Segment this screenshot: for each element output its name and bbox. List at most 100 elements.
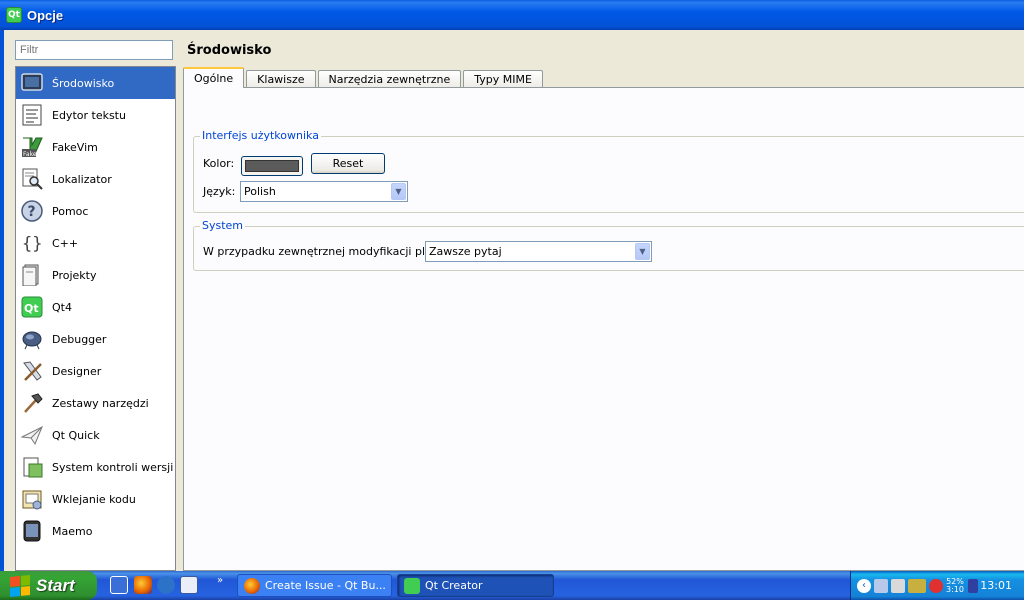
java-icon[interactable] <box>891 578 905 593</box>
battery-indicator[interactable]: 52% 3:10 <box>946 577 964 594</box>
internet-explorer-icon[interactable] <box>157 576 175 594</box>
debugger-icon <box>20 327 44 351</box>
page-title: Środowisko <box>187 43 272 58</box>
sidebar-item-locator[interactable]: Lokalizator <box>16 163 175 195</box>
firefox-icon[interactable] <box>134 576 152 594</box>
task-label: Qt Creator <box>425 579 483 592</box>
sidebar-item-label: Lokalizator <box>52 172 112 186</box>
sidebar-item-label: Maemo <box>52 524 93 538</box>
reset-button[interactable]: Reset <box>311 153 385 174</box>
filter-input[interactable] <box>15 40 173 60</box>
cpp-braces-icon: {} <box>20 231 44 255</box>
sidebar-item-designer[interactable]: Designer <box>16 355 175 387</box>
battery-time: 3:10 <box>946 584 964 594</box>
external-modification-label: W przypadku zewnętrznej modyfikacji plik… <box>203 245 453 258</box>
network-icon[interactable] <box>874 578 888 593</box>
group-title: Interfejs użytkownika <box>200 129 321 142</box>
color-picker-button[interactable] <box>241 156 303 176</box>
taskbar-item-qt-creator[interactable]: Qt Creator <box>397 574 554 597</box>
start-button[interactable]: Start <box>0 571 97 600</box>
show-desktop-icon[interactable] <box>110 576 128 594</box>
chevron-right-icon[interactable]: » <box>217 575 223 586</box>
sidebar-item-fakevim[interactable]: Fake FakeVim <box>16 131 175 163</box>
windows-logo-icon <box>10 574 30 597</box>
taskbar: Start » Create Issue - Qt Bu... Qt Creat… <box>0 571 1024 600</box>
chevron-down-icon[interactable]: ▼ <box>635 243 650 260</box>
sidebar-item-text-editor[interactable]: Edytor tekstu <box>16 99 175 131</box>
external-modification-select[interactable]: Zawsze pytaj ▼ <box>425 241 652 262</box>
options-dialog: Środowisko Edytor tekstu Fake FakeVim Lo… <box>0 30 1024 571</box>
clock[interactable]: 13:01 <box>980 579 1012 592</box>
sidebar-item-qt4[interactable]: Qt Qt4 <box>16 291 175 323</box>
tab-general[interactable]: Ogólne <box>183 67 245 88</box>
sidebar-item-label: Zestawy narzędzi <box>52 396 149 410</box>
sidebar-item-label: Edytor tekstu <box>52 108 126 122</box>
sidebar-item-label: Qt Quick <box>52 428 100 442</box>
designer-icon <box>20 359 44 383</box>
general-tab-panel: Interfejs użytkownika System Kolor: Rese… <box>183 87 1024 571</box>
usb-icon[interactable] <box>967 578 978 593</box>
sidebar-item-debugger[interactable]: Debugger <box>16 323 175 355</box>
sidebar-item-label: Pomoc <box>52 204 89 218</box>
chevron-left-icon[interactable]: ‹ <box>857 578 871 593</box>
word-icon[interactable] <box>180 576 198 594</box>
sidebar-item-label: FakeVim <box>52 140 98 154</box>
sidebar-item-environment[interactable]: Środowisko <box>16 67 175 99</box>
svg-text:Qt: Qt <box>24 302 39 315</box>
language-select[interactable]: Polish ▼ <box>240 181 408 202</box>
sidebar-item-maemo[interactable]: Maemo <box>16 515 175 547</box>
help-icon: ? <box>20 199 44 223</box>
projects-icon <box>20 263 44 287</box>
tab-mime-types[interactable]: Typy MIME <box>463 70 543 88</box>
code-paste-icon <box>20 487 44 511</box>
sidebar-item-label: Qt4 <box>52 300 72 314</box>
qt-icon <box>404 577 420 594</box>
monitor-icon <box>20 71 44 95</box>
sidebar-item-projects[interactable]: Projekty <box>16 259 175 291</box>
window-title: Opcje <box>27 7 64 23</box>
sidebar-item-cpp[interactable]: {} C++ <box>16 227 175 259</box>
sidebar-item-toolkits[interactable]: Zestawy narzędzi <box>16 387 175 419</box>
sidebar-item-label: Wklejanie kodu <box>52 492 136 506</box>
qt-icon: Qt <box>20 295 44 319</box>
sidebar-item-label: Projekty <box>52 268 97 282</box>
language-label: Język: <box>203 185 236 198</box>
version-control-icon <box>20 455 44 479</box>
temperature-icon[interactable] <box>908 578 926 593</box>
title-bar[interactable]: Qt Opcje <box>0 0 1024 30</box>
antivirus-icon[interactable] <box>929 578 943 593</box>
color-swatch <box>245 160 299 172</box>
sidebar-item-qt-quick[interactable]: Qt Quick <box>16 419 175 451</box>
sidebar-item-label: Designer <box>52 364 102 378</box>
tab-keyboard[interactable]: Klawisze <box>246 70 316 88</box>
sidebar-item-version-control[interactable]: System kontroli wersji <box>16 451 175 483</box>
system-tray: ‹ 52% 3:10 13:01 <box>850 571 1024 600</box>
sidebar-item-label: Środowisko <box>52 76 115 90</box>
external-modification-value: Zawsze pytaj <box>429 245 502 258</box>
hammer-icon <box>20 391 44 415</box>
sidebar-item-help[interactable]: ? Pomoc <box>16 195 175 227</box>
color-label: Kolor: <box>203 157 235 170</box>
group-title: System <box>200 219 246 232</box>
qt-app-icon: Qt <box>6 7 22 23</box>
sidebar-item-label: System kontroli wersji <box>52 460 174 474</box>
tab-bar: Ogólne Klawisze Narzędzia zewnętrzne Typ… <box>183 67 545 88</box>
svg-text:Fake: Fake <box>23 151 37 158</box>
chevron-down-icon[interactable]: ▼ <box>391 183 406 200</box>
sidebar-item-label: Debugger <box>52 332 107 346</box>
text-editor-icon <box>20 103 44 127</box>
maemo-device-icon <box>20 519 44 543</box>
taskbar-item-firefox[interactable]: Create Issue - Qt Bu... <box>237 574 392 597</box>
language-value: Polish <box>244 185 276 198</box>
fakevim-icon: Fake <box>20 135 44 159</box>
task-label: Create Issue - Qt Bu... <box>265 579 386 592</box>
paper-plane-icon <box>20 423 44 447</box>
firefox-icon <box>244 577 260 594</box>
sidebar-item-label: C++ <box>52 236 79 250</box>
start-label: Start <box>36 575 75 595</box>
sidebar-item-code-paste[interactable]: Wklejanie kodu <box>16 483 175 515</box>
locator-icon <box>20 167 44 191</box>
tab-external-tools[interactable]: Narzędzia zewnętrzne <box>317 70 462 88</box>
svg-text:?: ? <box>28 204 36 220</box>
category-list[interactable]: Środowisko Edytor tekstu Fake FakeVim Lo… <box>15 66 176 571</box>
